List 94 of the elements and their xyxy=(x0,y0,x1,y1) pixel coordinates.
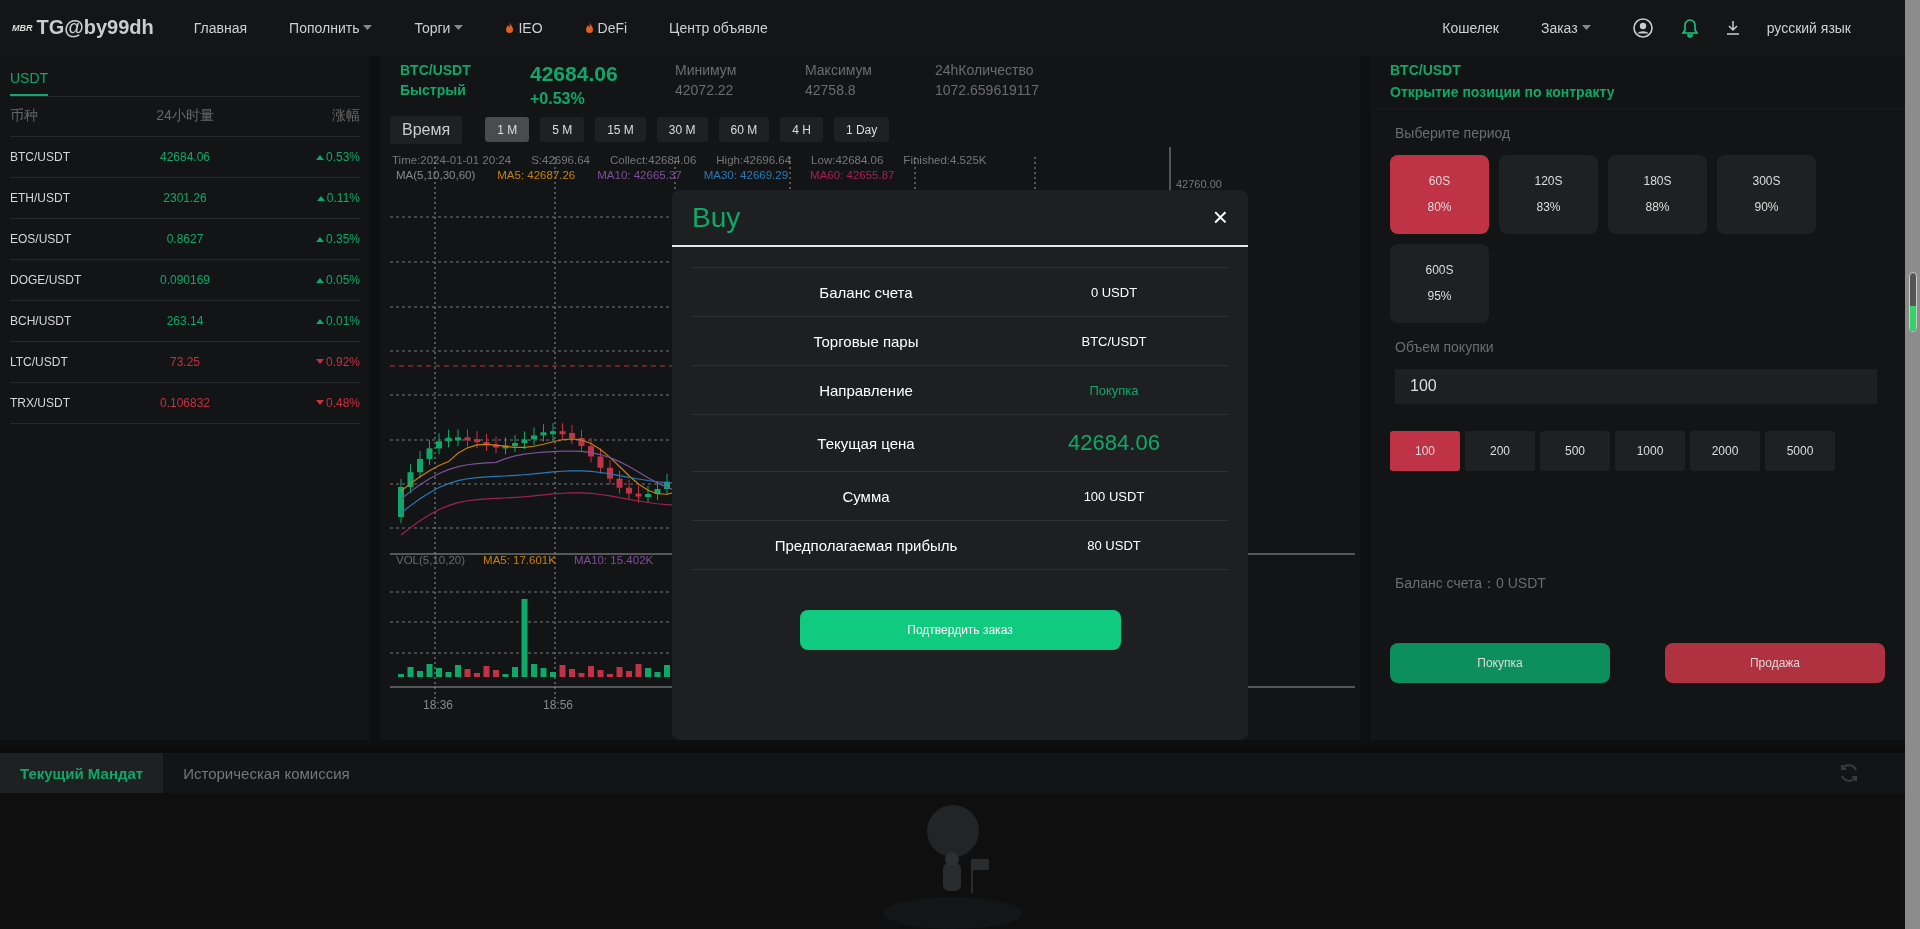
nav-link[interactable]: Центр объявле xyxy=(669,19,768,36)
period-option[interactable]: 60S 80% xyxy=(1390,154,1489,234)
stat-value: 42072.22 xyxy=(675,81,735,98)
interval-tab[interactable]: 1 Day xyxy=(833,117,890,143)
stat-label: Минимум xyxy=(675,61,738,78)
caret-icon xyxy=(1581,25,1591,31)
price-cell-text: 2301.26 xyxy=(162,190,208,205)
stat-label: Максимум xyxy=(805,61,873,78)
stat-label: 24hКоличество xyxy=(935,61,1035,78)
amount-preset[interactable]: 200 xyxy=(1465,430,1535,471)
download-icon[interactable] xyxy=(1726,20,1739,35)
candle-info: S:42696.64 xyxy=(531,153,590,166)
nav-link[interactable]: Торги xyxy=(414,19,464,36)
nav-link[interactable]: русский язык xyxy=(1766,19,1851,36)
amount-preset[interactable]: 1000 xyxy=(1615,430,1685,471)
user-icon[interactable] xyxy=(1632,17,1653,38)
column-header: 币种 xyxy=(10,107,39,126)
ma-legend: MA(5,10,30,60) xyxy=(396,168,476,181)
orders-tab[interactable]: Текущий Мандат xyxy=(0,753,164,793)
amount-preset[interactable]: 2000 xyxy=(1690,430,1760,471)
price-cell-text: 0.8627 xyxy=(165,231,205,246)
change-value: 0.05% xyxy=(325,272,360,287)
interval-tab[interactable]: 1 M xyxy=(485,117,530,143)
ma-legend: MA5: 42687.26 xyxy=(497,168,576,181)
column-header: 涨幅 xyxy=(331,107,360,126)
interval-tab[interactable]: 60 M xyxy=(718,117,770,143)
change-value: 0.01% xyxy=(325,313,360,328)
orders-tab[interactable]: Историческая комиссия xyxy=(163,753,370,793)
candle-info: Low:42684.06 xyxy=(811,153,884,166)
amount-label: Объем покупки xyxy=(1395,338,1495,355)
bell-icon[interactable] xyxy=(1680,17,1699,38)
scrollbar-thumb[interactable] xyxy=(1908,272,1917,332)
nav-link[interactable]: Пополнить xyxy=(289,19,373,36)
ticker-price: 42684.06 xyxy=(530,61,619,86)
period-option[interactable]: 180S 88% xyxy=(1608,154,1707,234)
period-option[interactable]: 300S 90% xyxy=(1717,154,1816,234)
pair-name[interactable]: LTC/USDT xyxy=(10,354,127,369)
logo-mark: MBR xyxy=(12,22,33,33)
ticker-mode: Быстрый xyxy=(400,81,467,98)
caret-icon xyxy=(454,25,464,31)
interval-tab[interactable]: 15 M xyxy=(595,117,646,143)
pair-name[interactable]: TRX/USDT xyxy=(10,395,127,410)
price-cell-text: 42684.06 xyxy=(158,149,211,164)
pair-name[interactable]: EOS/USDT xyxy=(10,231,127,246)
nav-link[interactable]: Заказ xyxy=(1540,19,1591,36)
amount-preset[interactable]: 5000 xyxy=(1765,430,1835,471)
candle-info: High:42696.64 xyxy=(716,153,792,166)
interval-tab[interactable]: 4 H xyxy=(780,117,823,143)
ticker-change: +0.53% xyxy=(530,89,586,108)
price-cell-text: 73.25 xyxy=(168,354,201,369)
ticker-pair: BTC/USDT xyxy=(400,61,472,78)
amount-preset[interactable]: 500 xyxy=(1540,430,1610,471)
change-value: 0.53% xyxy=(325,149,360,164)
interval-tab[interactable]: 30 M xyxy=(656,117,708,143)
amount-preset[interactable]: 100 xyxy=(1390,430,1460,471)
column-header: 24小时量 xyxy=(155,107,215,126)
sell-button[interactable]: Продажа xyxy=(1665,642,1885,683)
balance-text: Баланс счета：0 USDT xyxy=(1395,574,1547,593)
change-value: 0.48% xyxy=(325,395,360,410)
ma-legend: MA60: 42655.87 xyxy=(810,168,895,181)
ma-legend: MA10: 42665.37 xyxy=(597,168,682,181)
flame-icon xyxy=(584,21,594,34)
candle-info: Time:2024-01-01 20:24 xyxy=(392,153,512,166)
change-value: 0.11% xyxy=(326,190,360,205)
change-value: 0.92% xyxy=(325,354,360,369)
nav-link[interactable]: Кошелек xyxy=(1442,19,1499,36)
pair-name[interactable]: DOGE/USDT xyxy=(10,272,127,287)
stat-value: 42758.8 xyxy=(805,81,857,98)
amount-input[interactable]: 100 xyxy=(1395,368,1877,404)
period-option[interactable]: 120S 83% xyxy=(1499,154,1598,234)
candle-info: Finished:4.525K xyxy=(903,153,987,166)
brand-name[interactable]: TG@by99dh xyxy=(36,16,154,40)
pair-name[interactable]: BCH/USDT xyxy=(10,313,127,328)
order-pair: BTC/USDT xyxy=(1390,61,1462,78)
flame-icon xyxy=(505,21,515,34)
pair-name[interactable]: BTC/USDT xyxy=(10,149,127,164)
period-label: Выберите период xyxy=(1395,124,1512,141)
change-value: 0.35% xyxy=(325,231,360,246)
ma-legend: MA30: 42669.29 xyxy=(703,168,789,181)
nav-link[interactable]: IEO xyxy=(505,19,543,36)
caret-icon xyxy=(363,25,373,31)
period-option[interactable]: 600S 95% xyxy=(1390,243,1489,323)
interval-tab[interactable]: 5 M xyxy=(540,117,585,143)
order-subtitle: Открытие позиции по контракту xyxy=(1390,83,1616,100)
market-tab[interactable]: USDT xyxy=(10,63,49,96)
nav-link[interactable]: Главная xyxy=(193,19,248,36)
price-cell-text: 0.090169 xyxy=(158,272,211,287)
stat-value: 1072.659619117 xyxy=(935,81,1041,98)
price-cell-text: 0.106832 xyxy=(158,395,211,410)
candle-info: Collect:42684.06 xyxy=(609,153,697,166)
price-cell-text: 263.14 xyxy=(165,313,205,328)
pair-name[interactable]: ETH/USDT xyxy=(10,190,127,205)
time-label: Время xyxy=(390,115,463,144)
nav-link[interactable]: DeFi xyxy=(584,19,628,36)
